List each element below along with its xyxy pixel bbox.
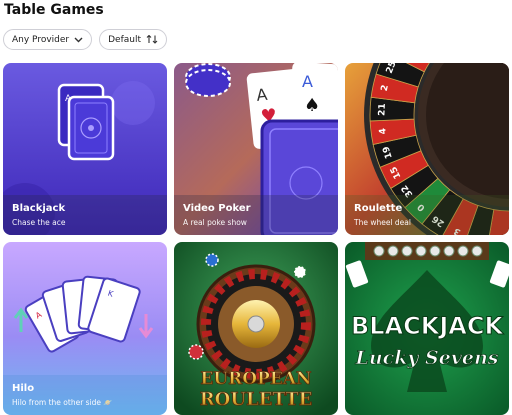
- chevron-down-icon: [74, 37, 83, 43]
- european-roulette-art: EUROPEAN ROULETTE: [174, 242, 338, 415]
- svg-text:A: A: [255, 85, 268, 105]
- game-subtitle: The wheel deal: [354, 218, 411, 227]
- game-title: Hilo: [12, 383, 35, 394]
- sort-label: Default: [108, 34, 141, 45]
- game-card-hilo[interactable]: A K Hilo Hilo from the other side 🪐: [3, 242, 167, 415]
- game-caption: Roulette The wheel deal: [345, 195, 509, 235]
- svg-text:A: A: [302, 72, 313, 91]
- provider-filter-label: Any Provider: [12, 34, 70, 45]
- page-title: Table Games: [4, 2, 104, 18]
- provider-filter-dropdown[interactable]: Any Provider: [3, 29, 93, 50]
- sort-icon: [146, 35, 158, 44]
- art-title-line-1: BLACKJACK: [351, 312, 504, 340]
- sort-dropdown[interactable]: Default: [99, 29, 167, 50]
- game-card-video-poker[interactable]: A ♥ A ♠ Video Poker A real poke show: [174, 63, 338, 235]
- game-card-roulette[interactable]: 1235326032151942122517346271336113082310…: [345, 63, 509, 235]
- game-subtitle: Hilo from the other side 🪐: [12, 398, 113, 407]
- filter-bar: Any Provider Default: [3, 29, 167, 50]
- blackjack-lucky-sevens-art: BLACKJACK Lucky Sevens: [345, 242, 509, 415]
- game-subtitle: Chase the ace: [12, 218, 66, 227]
- art-title-line-2: Lucky Sevens: [354, 347, 498, 369]
- roulette-number: 21: [377, 103, 388, 116]
- game-title: Video Poker: [183, 203, 251, 214]
- game-caption: Hilo Hilo from the other side 🪐: [3, 375, 167, 415]
- svg-text:♠: ♠: [304, 95, 320, 116]
- game-card-european-roulette[interactable]: EUROPEAN ROULETTE: [174, 242, 338, 415]
- game-title: Roulette: [354, 203, 403, 214]
- art-title-line-1: EUROPEAN: [200, 369, 311, 389]
- game-grid: A Blackjack Chase the ace A ♥ A ♠ Video …: [3, 63, 509, 415]
- game-caption: Video Poker A real poke show: [174, 195, 338, 235]
- art-title-line-2: ROULETTE: [200, 389, 313, 410]
- game-card-blackjack-lucky-sevens[interactable]: BLACKJACK Lucky Sevens: [345, 242, 509, 415]
- game-title: Blackjack: [12, 203, 66, 214]
- game-card-blackjack[interactable]: A Blackjack Chase the ace: [3, 63, 167, 235]
- game-caption: Blackjack Chase the ace: [3, 195, 167, 235]
- game-subtitle: A real poke show: [183, 218, 247, 227]
- roulette-number: 4: [378, 127, 389, 134]
